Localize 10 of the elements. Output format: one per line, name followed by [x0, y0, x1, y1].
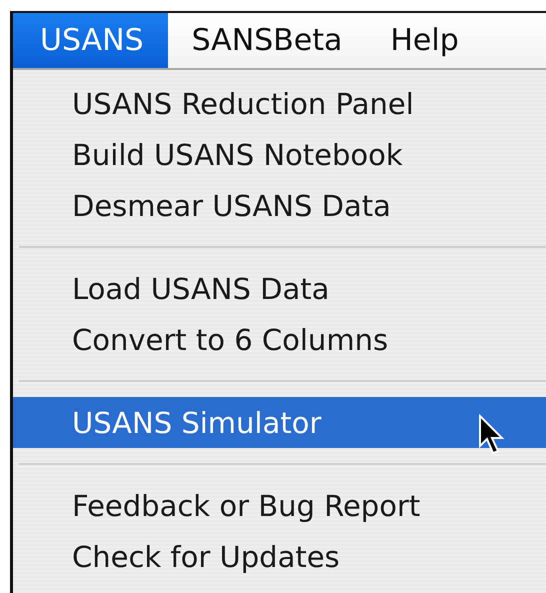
menu-item[interactable]: USANS Reduction Panel [13, 78, 546, 129]
menu-bar-item[interactable]: Help [366, 13, 483, 68]
menu-bar-item[interactable]: SANSBeta [168, 13, 366, 68]
menu-bar-item[interactable]: USANS [13, 13, 168, 68]
menu-item[interactable]: Check for Updates [13, 531, 546, 582]
menu-item[interactable]: Feedback or Bug Report [13, 480, 546, 531]
menu-item[interactable]: Desmear USANS Data [13, 180, 546, 231]
menu-item[interactable]: Build USANS Notebook [13, 129, 546, 180]
menu-item[interactable]: Convert to 6 Columns [13, 314, 546, 365]
menu-item[interactable]: Load USANS Data [13, 263, 546, 314]
